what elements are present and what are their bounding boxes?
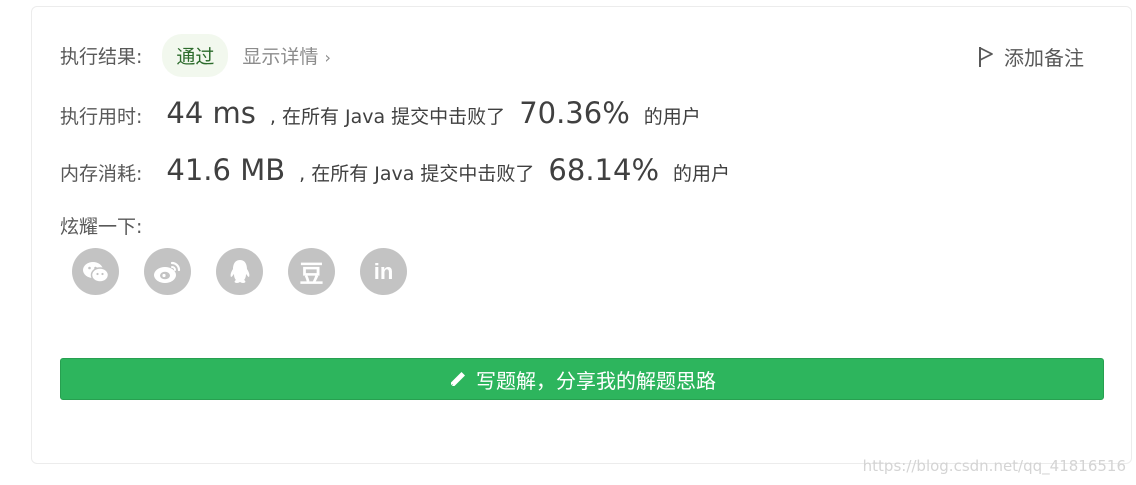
memory-text-before: , 在所有 Java 提交中击败了: [299, 163, 535, 185]
memory-percent: 68.14%: [548, 153, 659, 187]
wechat-icon[interactable]: [72, 248, 119, 295]
show-details-label: 显示详情: [242, 46, 319, 68]
linkedin-glyph: in: [373, 258, 394, 284]
douban-glyph: 豆: [299, 260, 324, 288]
status-badge: 通过: [162, 34, 229, 77]
watermark: https://blog.csdn.net/qq_41816516: [862, 457, 1126, 475]
weibo-icon[interactable]: [144, 248, 191, 295]
runtime-label: 执行用时:: [60, 106, 143, 128]
linkedin-icon[interactable]: in: [360, 248, 407, 295]
runtime-row: 执行用时: 44 ms , 在所有 Java 提交中击败了 70.36% 的用户: [60, 96, 701, 130]
flag-icon: [979, 46, 993, 67]
runtime-text-before: , 在所有 Java 提交中击败了: [269, 106, 506, 128]
memory-label: 内存消耗:: [60, 163, 143, 185]
write-solution-label: 写题解，分享我的解题思路: [476, 368, 716, 393]
write-solution-button[interactable]: 写题解，分享我的解题思路: [60, 358, 1104, 400]
memory-value: 41.6 MB: [166, 153, 286, 187]
result-label: 执行结果:: [60, 46, 143, 68]
result-row: 执行结果: 通过 显示详情 ›: [60, 34, 331, 77]
douban-icon[interactable]: 豆: [288, 248, 335, 295]
share-icons: 豆 in: [72, 248, 432, 295]
share-label: 炫耀一下:: [60, 216, 143, 238]
add-note-label: 添加备注: [1004, 46, 1084, 70]
pencil-icon: [450, 372, 465, 387]
add-note-button[interactable]: 添加备注: [978, 42, 1084, 71]
runtime-percent: 70.36%: [519, 96, 630, 130]
memory-text-after: 的用户: [673, 163, 731, 185]
runtime-value: 44 ms: [166, 96, 256, 130]
qq-icon[interactable]: [216, 248, 263, 295]
runtime-text-after: 的用户: [643, 106, 701, 128]
chevron-right-icon: ›: [324, 48, 331, 67]
memory-row: 内存消耗: 41.6 MB , 在所有 Java 提交中击败了 68.14% 的…: [60, 153, 730, 187]
show-details-link[interactable]: 显示详情 ›: [242, 42, 330, 69]
